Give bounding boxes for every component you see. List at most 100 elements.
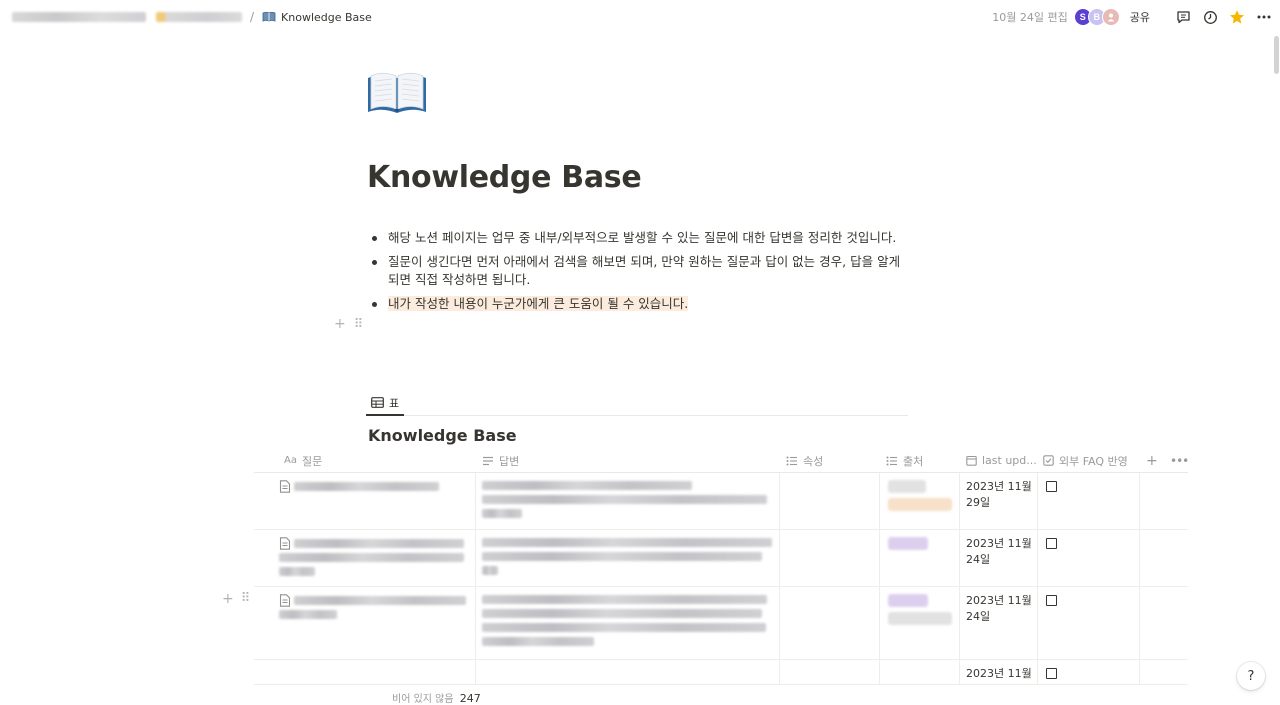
page-doc-icon [279, 537, 291, 550]
page-title[interactable]: Knowledge Base [367, 160, 642, 195]
cell-last-updated[interactable]: 2023년 11월 24일 [960, 587, 1038, 659]
database-title[interactable]: Knowledge Base [368, 426, 517, 445]
redacted-text [279, 610, 337, 619]
redacted-text [279, 567, 315, 576]
redacted-text [482, 595, 767, 604]
cell-question[interactable] [254, 473, 476, 529]
table-row[interactable]: 2023년 11월 24일 [254, 530, 1188, 587]
faq-checkbox[interactable] [1046, 668, 1057, 679]
faq-checkbox[interactable] [1046, 595, 1057, 606]
book-icon [262, 11, 276, 23]
cell-source[interactable] [880, 660, 960, 684]
column-header-property[interactable]: 속성 [786, 448, 823, 473]
cell-answer[interactable] [476, 473, 780, 529]
more-options-icon[interactable]: ••• [1170, 448, 1189, 473]
cell-faq[interactable] [1038, 587, 1140, 659]
comment-icon[interactable] [1175, 9, 1191, 25]
row-handle[interactable]: + ⠿ [222, 591, 250, 607]
redacted-text [482, 609, 762, 618]
add-block-icon[interactable]: + [334, 316, 346, 332]
table-row[interactable]: 2023년 11월 29일 [254, 473, 1188, 530]
cell-last-updated[interactable]: 2023년 11월 24일 [960, 530, 1038, 586]
redacted-text [294, 539, 464, 548]
breadcrumb-current-page[interactable]: Knowledge Base [281, 11, 372, 24]
intro-bullet-list: 해당 노션 페이지는 업무 중 내부/외부적으로 발생할 수 있는 질문에 대한… [370, 229, 910, 319]
cell-answer[interactable] [476, 587, 780, 659]
cell-faq[interactable] [1038, 473, 1140, 529]
tag [888, 537, 928, 550]
breadcrumb-separator: / [250, 10, 255, 24]
tab-label: 표 [389, 396, 400, 410]
column-header-faq[interactable]: 외부 FAQ 반영 [1043, 448, 1128, 473]
redacted-text [279, 553, 464, 562]
breadcrumb-parent-redacted[interactable] [156, 12, 242, 22]
last-edited-label: 10월 24일 편집 [992, 11, 1068, 24]
column-header-answer[interactable]: 답변 [482, 448, 519, 473]
breadcrumb: / Knowledge Base [8, 10, 372, 24]
table-row[interactable]: 2023년 11월 [254, 660, 1188, 685]
block-handle[interactable]: + ⠿ [334, 316, 363, 332]
cell-source[interactable] [880, 473, 960, 529]
avatar-stack[interactable]: S B [1073, 8, 1120, 26]
checkbox-property-icon [1043, 455, 1054, 466]
cell-answer[interactable] [476, 530, 780, 586]
cell-answer[interactable] [476, 660, 780, 684]
cell-property[interactable] [780, 530, 880, 586]
drag-handle-icon[interactable]: ⠿ [354, 317, 364, 332]
cell-source[interactable] [880, 587, 960, 659]
cell-faq[interactable] [1038, 530, 1140, 586]
tab-table-view[interactable]: 표 [366, 391, 405, 416]
redacted-text [482, 566, 498, 575]
scrollbar[interactable] [1274, 36, 1279, 74]
column-label: 외부 FAQ 반영 [1059, 454, 1128, 468]
book-icon[interactable] [366, 70, 428, 118]
help-button[interactable]: ? [1237, 662, 1265, 690]
breadcrumb-workspace-redacted[interactable] [12, 12, 146, 22]
redacted-text [482, 637, 594, 646]
count-value: 247 [459, 692, 481, 705]
cell-property[interactable] [780, 473, 880, 529]
column-label: 답변 [499, 454, 520, 468]
list-item[interactable]: 내가 작성한 내용이 누군가에게 큰 도움이 될 수 있습니다. [370, 295, 910, 313]
cell-empty [1140, 587, 1188, 659]
cell-empty [1140, 473, 1188, 529]
avatar[interactable] [1101, 8, 1120, 26]
drag-handle-icon[interactable]: ⠿ [241, 591, 251, 607]
column-header-last-updated[interactable]: last upd... [966, 448, 1037, 473]
date-value: 2023년 11월 24일 [966, 594, 1032, 623]
history-clock-icon[interactable] [1202, 9, 1218, 25]
redacted-text [482, 509, 522, 518]
column-label: last upd... [982, 454, 1037, 467]
database-table: Aa 질문 답변 속성 출처 last upd... 외부 FAQ 반영 + •… [222, 448, 1189, 685]
cell-last-updated[interactable]: 2023년 11월 29일 [960, 473, 1038, 529]
cell-source[interactable] [880, 530, 960, 586]
table-count-footer[interactable]: 비어 있지 않음 247 [392, 690, 481, 705]
cell-property[interactable] [780, 660, 880, 684]
redacted-text [482, 623, 766, 632]
add-row-icon[interactable]: + [222, 591, 234, 607]
cell-question[interactable] [254, 660, 476, 684]
more-options-icon[interactable] [1256, 9, 1272, 25]
cell-faq[interactable] [1038, 660, 1140, 684]
table-header: Aa 질문 답변 속성 출처 last upd... 외부 FAQ 반영 + •… [254, 448, 1189, 473]
table-row[interactable]: + ⠿ 2023년 11월 24일 [222, 587, 1188, 660]
cell-question[interactable] [254, 587, 476, 659]
cell-empty [1140, 530, 1188, 586]
cell-empty [1140, 660, 1188, 684]
add-column-icon[interactable]: + [1146, 448, 1158, 473]
page-doc-icon [279, 594, 291, 607]
tag [888, 480, 926, 493]
faq-checkbox[interactable] [1046, 481, 1057, 492]
faq-checkbox[interactable] [1046, 538, 1057, 549]
column-header-source[interactable]: 출처 [886, 448, 923, 473]
cell-question[interactable] [254, 530, 476, 586]
list-item[interactable]: 해당 노션 페이지는 업무 중 내부/외부적으로 발생할 수 있는 질문에 대한… [370, 229, 910, 247]
cell-last-updated[interactable]: 2023년 11월 [960, 660, 1038, 684]
column-header-question[interactable]: Aa 질문 [284, 448, 322, 473]
cell-property[interactable] [780, 587, 880, 659]
share-button[interactable]: 공유 [1130, 9, 1150, 25]
date-value: 2023년 11월 [966, 667, 1032, 680]
list-item[interactable]: 질문이 생긴다면 먼저 아래에서 검색을 해보면 되며, 만약 원하는 질문과 … [370, 253, 910, 289]
favorite-star-icon[interactable] [1229, 9, 1245, 25]
redacted-text [294, 482, 439, 491]
